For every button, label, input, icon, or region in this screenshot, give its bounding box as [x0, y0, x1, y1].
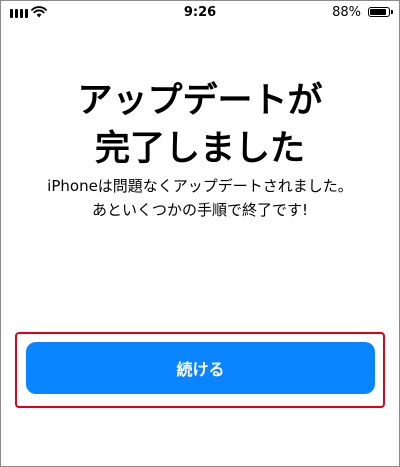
message-line: iPhoneは問題なくアップデートされました。 [47, 177, 353, 195]
title-line: アップデートが [77, 81, 323, 121]
message-line: あといくつかの手順で終了です! [91, 201, 308, 219]
status-bar: 9:26 88% [1, 1, 399, 25]
title-line: 完了しました [94, 129, 305, 169]
continue-button[interactable]: 続ける [26, 342, 375, 394]
battery-percent: 88% [332, 5, 361, 20]
screen: 9:26 88% アップデートが 完了しました iPhoneは問題なくアップデー… [0, 0, 400, 467]
battery-icon [368, 7, 393, 17]
page-title: アップデートが 完了しました [1, 77, 399, 173]
update-complete-message: iPhoneは問題なくアップデートされました。 あといくつかの手順で終了です! [1, 174, 399, 222]
